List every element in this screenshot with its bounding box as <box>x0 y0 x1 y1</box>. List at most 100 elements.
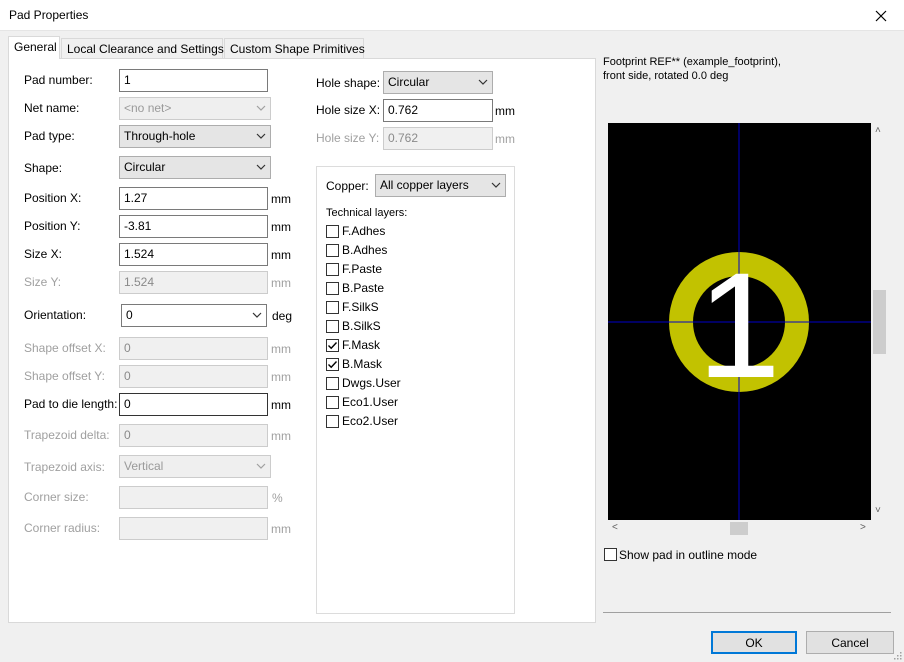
shape-offset-x-label: Shape offset X: <box>24 341 106 355</box>
hole-size-x-unit: mm <box>495 104 515 118</box>
layer-checkbox-b-adhes[interactable] <box>326 244 339 257</box>
preview-horizontal-scrollbar[interactable]: < > <box>608 520 871 537</box>
corner-size-label: Corner size: <box>24 490 89 504</box>
title-bar: Pad Properties <box>0 0 904 31</box>
shape-offset-y-input[interactable]: 0 <box>119 365 268 388</box>
orientation-combo[interactable]: 0 <box>121 304 267 327</box>
copper-label: Copper: <box>326 179 369 193</box>
shape-select[interactable]: Circular <box>119 156 271 179</box>
pad-to-die-unit: mm <box>271 398 291 412</box>
scroll-up-icon[interactable]: ˄ <box>875 125 881 136</box>
trapezoid-delta-input[interactable]: 0 <box>119 424 268 447</box>
tab-general[interactable]: General <box>8 36 60 59</box>
position-y-label: Position Y: <box>24 219 81 233</box>
hole-size-y-input[interactable]: 0.762 <box>383 127 493 150</box>
hole-size-x-label: Hole size X: <box>316 103 381 117</box>
position-x-label: Position X: <box>24 191 82 205</box>
footprint-info-line2: front side, rotated 0.0 deg <box>603 70 729 82</box>
layer-checkbox-b-paste[interactable] <box>326 282 339 295</box>
net-name-label: Net name: <box>24 101 80 115</box>
layer-checkbox-f-adhes[interactable] <box>326 225 339 238</box>
layer-label: B.SilkS <box>342 319 381 333</box>
outline-mode-label: Show pad in outline mode <box>619 548 758 562</box>
pad-type-value: Through-hole <box>124 129 196 143</box>
layer-label: B.Paste <box>342 281 385 295</box>
layer-checkbox-dwgs-user[interactable] <box>326 377 339 390</box>
size-y-label: Size Y: <box>24 275 62 289</box>
layer-checkbox-b-mask[interactable] <box>326 358 339 371</box>
shape-offset-x-unit: mm <box>271 342 291 356</box>
hole-shape-select[interactable]: Circular <box>383 71 493 94</box>
chevron-down-icon <box>478 79 488 85</box>
corner-radius-input[interactable] <box>119 517 268 540</box>
checkmark-icon <box>328 342 338 350</box>
trapezoid-axis-value: Vertical <box>124 459 164 473</box>
layer-checkbox-f-silks[interactable] <box>326 301 339 314</box>
ok-button[interactable]: OK <box>711 631 797 654</box>
close-icon <box>875 10 887 21</box>
position-y-input[interactable]: -3.81 <box>119 215 268 238</box>
hole-shape-value: Circular <box>388 75 430 89</box>
size-x-unit: mm <box>271 248 291 262</box>
size-x-label: Size X: <box>24 247 63 261</box>
pad-preview-canvas[interactable]: 1 <box>608 123 871 520</box>
chevron-down-icon <box>252 312 262 318</box>
tab-custom-shape-primitives[interactable]: Custom Shape Primitives <box>224 38 365 59</box>
layer-checkbox-f-mask[interactable] <box>326 339 339 352</box>
checkmark-icon <box>328 361 338 369</box>
net-name-value: <no net> <box>124 101 172 115</box>
horizontal-scroll-thumb[interactable] <box>730 522 748 535</box>
size-x-input[interactable]: 1.524 <box>119 243 268 266</box>
trapezoid-delta-unit: mm <box>271 429 291 443</box>
scroll-left-icon[interactable]: < <box>612 522 618 533</box>
hole-size-x-input[interactable]: 0.762 <box>383 99 493 122</box>
pad-type-select[interactable]: Through-hole <box>119 125 271 148</box>
technical-layers-label: Technical layers: <box>326 207 408 219</box>
position-x-unit: mm <box>271 192 291 206</box>
pad-preview-svg: 1 <box>608 123 871 520</box>
position-x-input[interactable]: 1.27 <box>119 187 268 210</box>
trapezoid-delta-label: Trapezoid delta: <box>24 428 110 442</box>
close-button[interactable] <box>858 0 904 31</box>
corner-radius-unit: mm <box>271 522 291 536</box>
corner-size-input[interactable] <box>119 486 268 509</box>
tab-local-clearance[interactable]: Local Clearance and Settings <box>61 38 224 59</box>
resize-grip-icon[interactable] <box>892 650 902 660</box>
layer-checkbox-b-silks[interactable] <box>326 320 339 333</box>
layer-label: F.SilkS <box>342 300 379 314</box>
chevron-down-icon <box>491 182 501 188</box>
size-y-unit: mm <box>271 276 291 290</box>
shape-offset-y-label: Shape offset Y: <box>24 369 105 383</box>
window-title: Pad Properties <box>9 8 89 22</box>
layer-checkbox-eco2-user[interactable] <box>326 415 339 428</box>
pad-to-die-label: Pad to die length: <box>24 397 118 411</box>
orientation-value: 0 <box>126 308 133 322</box>
trapezoid-axis-select[interactable]: Vertical <box>119 455 271 478</box>
cancel-button[interactable]: Cancel <box>806 631 894 654</box>
pad-number-input[interactable]: 1 <box>119 69 268 92</box>
shape-offset-y-unit: mm <box>271 370 291 384</box>
layer-label: F.Adhes <box>342 224 386 238</box>
corner-size-unit: % <box>272 491 283 505</box>
layer-label: B.Mask <box>342 357 383 371</box>
footprint-info: Footprint REF** (example_footprint), fro… <box>603 55 781 83</box>
scroll-down-icon[interactable]: ˅ <box>875 505 881 516</box>
size-y-input[interactable]: 1.524 <box>119 271 268 294</box>
layer-checkbox-f-paste[interactable] <box>326 263 339 276</box>
pad-number-text: 1 <box>697 241 780 409</box>
outline-mode-checkbox[interactable] <box>604 548 617 561</box>
net-name-select[interactable]: <no net> <box>119 97 271 120</box>
preview-vertical-scrollbar[interactable]: ˄ ˅ <box>871 123 888 520</box>
footprint-info-line1: Footprint REF** (example_footprint), <box>603 56 781 68</box>
shape-offset-x-input[interactable]: 0 <box>119 337 268 360</box>
pad-to-die-input[interactable]: 0 <box>119 393 268 416</box>
layers-group: Copper: All copper layers Technical laye… <box>316 166 515 614</box>
copper-layers-select[interactable]: All copper layers <box>375 174 506 197</box>
layer-label: Dwgs.User <box>342 376 401 390</box>
hole-shape-label: Hole shape: <box>316 76 381 90</box>
layer-checkbox-eco1-user[interactable] <box>326 396 339 409</box>
trapezoid-axis-label: Trapezoid axis: <box>24 460 105 474</box>
scroll-right-icon[interactable]: > <box>860 522 866 533</box>
layer-label: Eco1.User <box>342 395 399 409</box>
vertical-scroll-thumb[interactable] <box>873 290 886 354</box>
